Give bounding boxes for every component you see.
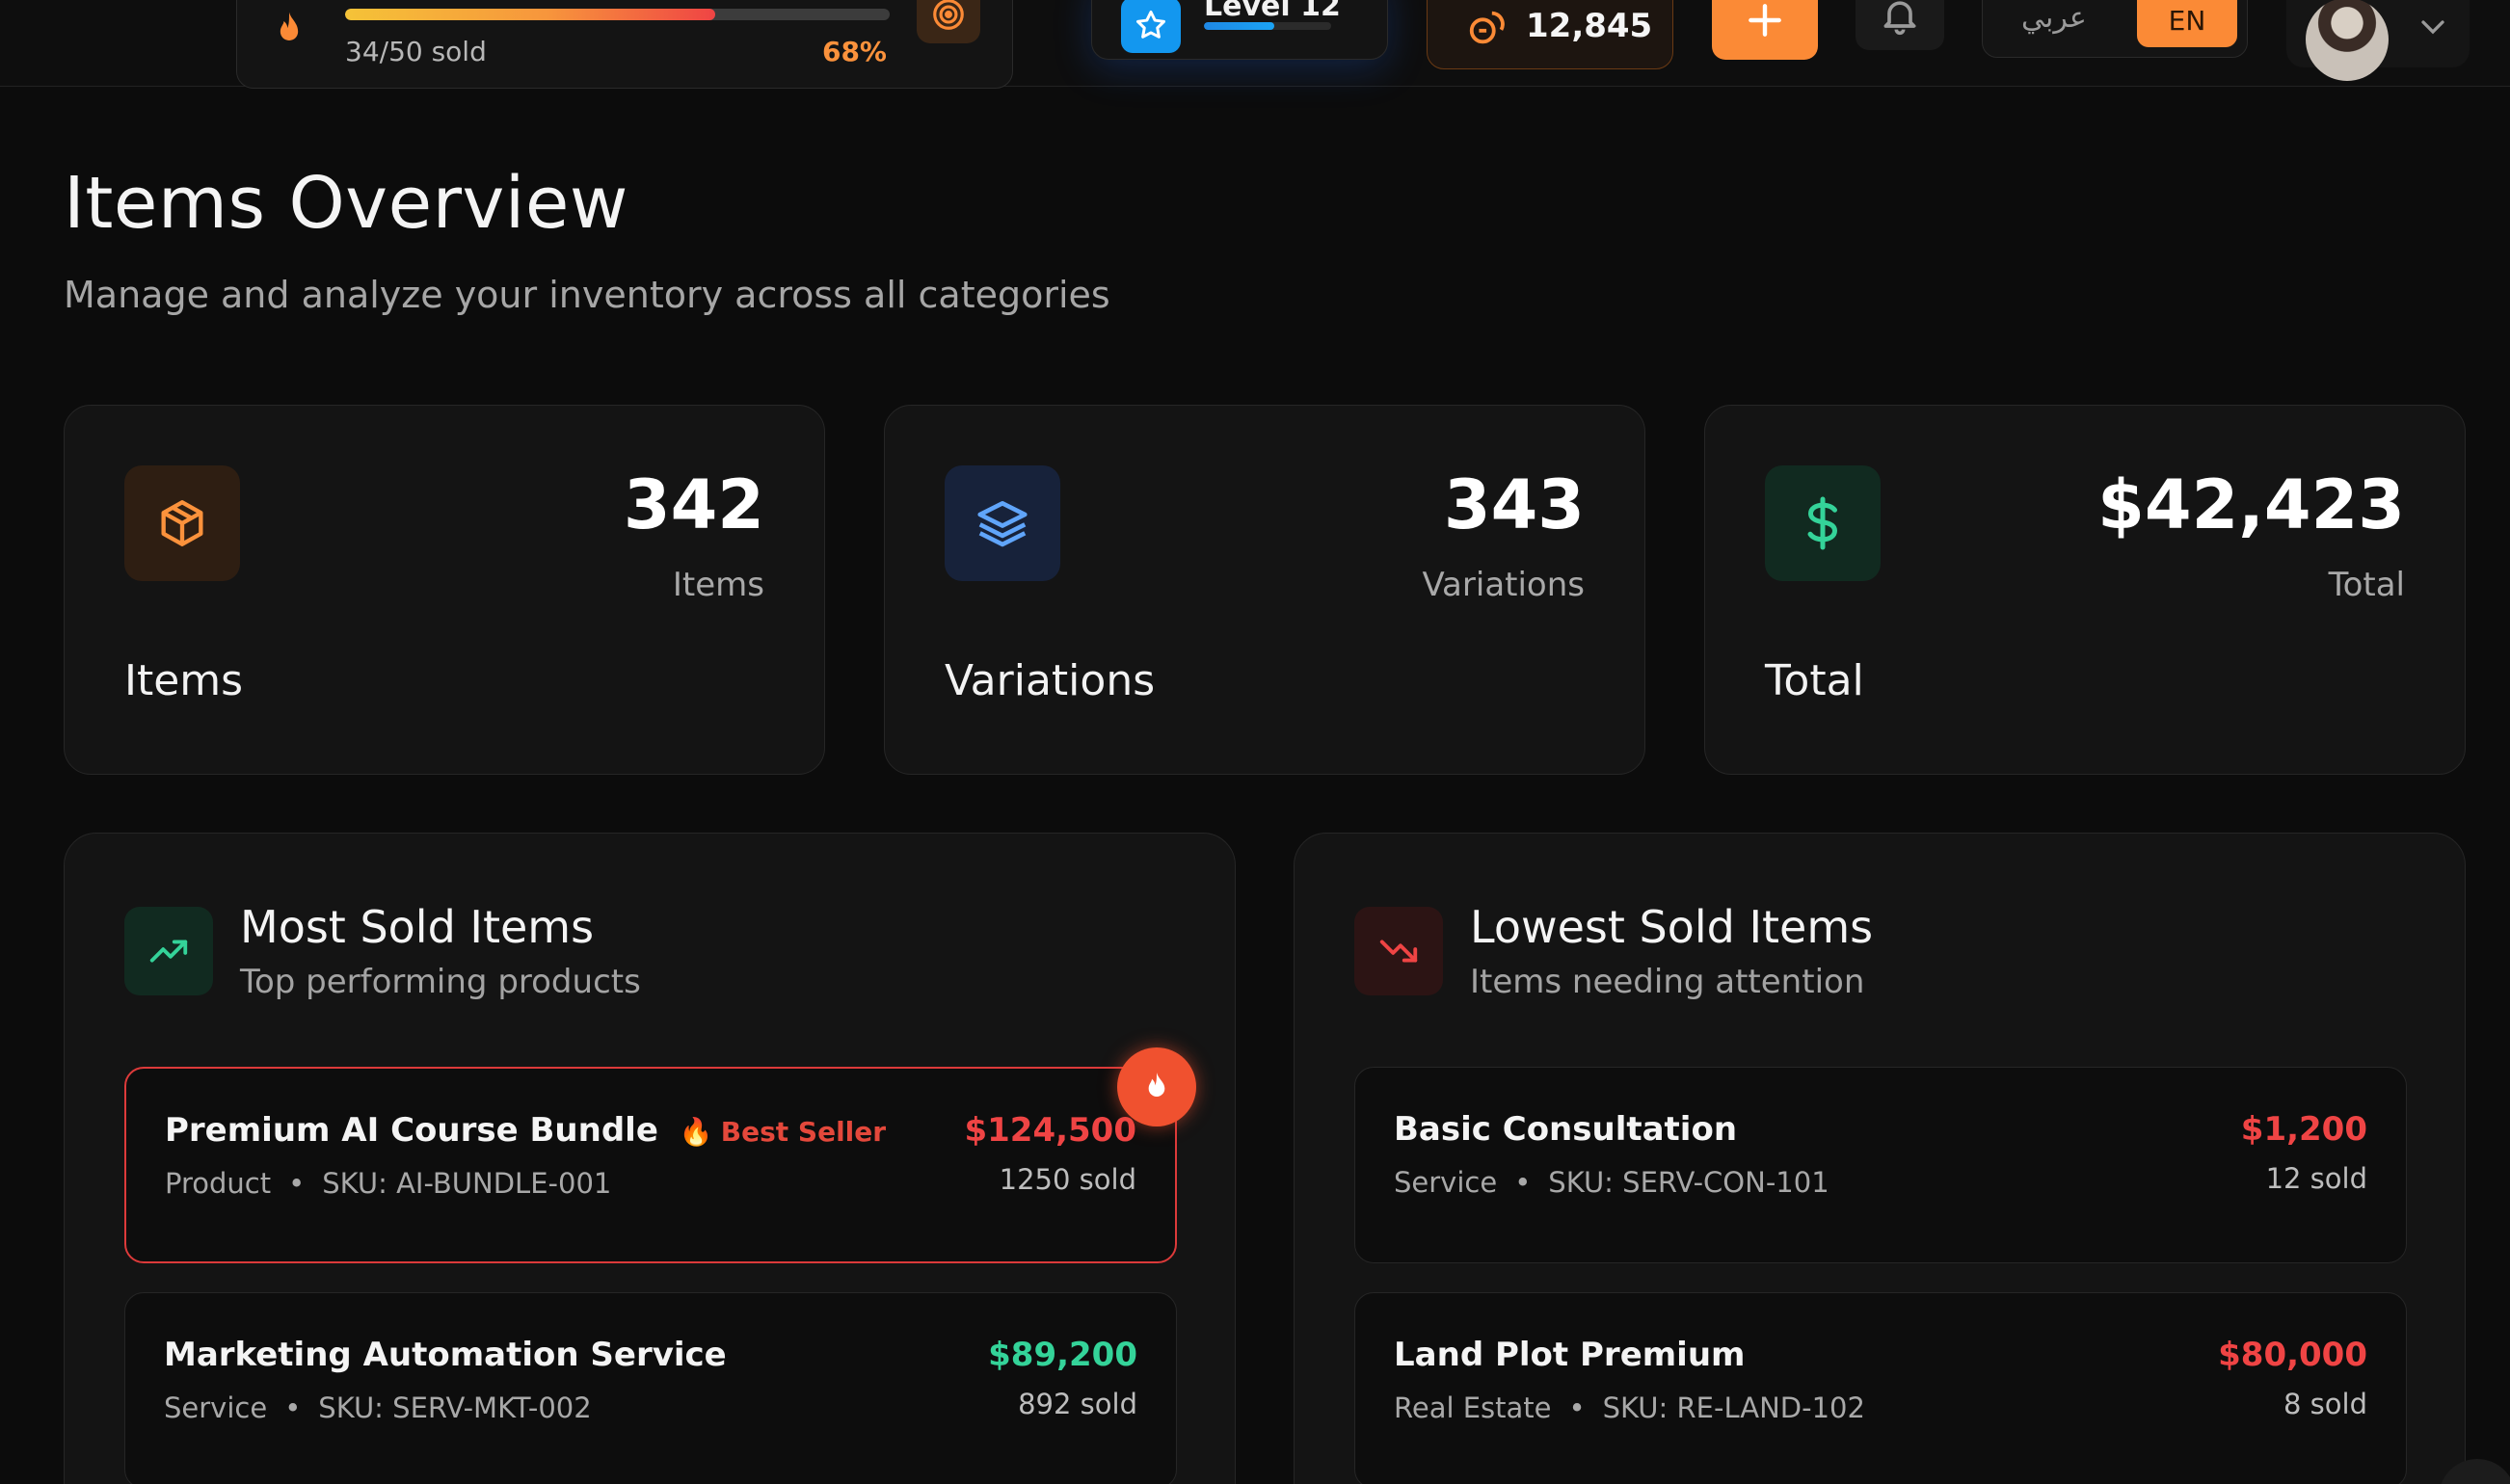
stat-items-number: 342 [623,465,764,544]
level-label: Level 12 [1204,0,1341,23]
stat-variations-unit: Variations [1422,566,1585,604]
page-title: Items Overview [64,162,628,245]
bell-icon [1883,1,1916,36]
coins-icon [1469,11,1505,44]
language-arabic-option[interactable]: عربي [2021,1,2087,35]
list-item[interactable]: Marketing Automation Service Service • SKU… [124,1292,1177,1484]
sales-goal-progress [345,9,890,20]
best-seller-badge: 🔥 Best Seller [679,1116,887,1148]
lowest-sold-title: Lowest Sold Items [1470,901,1874,953]
item-meta: Product • SKU: AI-BUNDLE-001 [165,1167,612,1200]
language-english-option[interactable]: EN [2137,0,2237,47]
stat-items-unit: Items [672,566,764,604]
list-item[interactable]: Basic Consultation Service • SKU: SERV-CON… [1354,1067,2407,1263]
stat-card-items[interactable]: 342 Items Items [64,405,825,775]
flame-icon [1117,1047,1196,1126]
list-item[interactable]: Premium AI Course Bundle 🔥 Best Seller Pro… [124,1047,1196,1263]
most-sold-subtitle: Top performing products [240,963,641,1001]
item-sold: 12 sold [2265,1162,2367,1195]
item-price: $1,200 [2240,1110,2367,1149]
points-value: 12,845 [1526,7,1653,45]
page-subtitle: Manage and analyze your inventory across… [64,274,1110,316]
star-icon [1121,0,1181,53]
item-name: Marketing Automation Service [164,1336,727,1374]
top-bar: 34/50 sold 68% Level 12 12,845 عربي EN [0,0,2510,89]
chevron-down-icon [2421,20,2444,35]
language-switcher: عربي EN [1982,0,2248,58]
stat-variations-number: 343 [1443,465,1585,544]
level-card[interactable]: Level 12 [1091,0,1388,60]
item-name: Premium AI Course Bundle 🔥 Best Seller [165,1111,887,1150]
stat-items-label: Items [124,656,244,705]
fire-icon: 🔥 [679,1116,713,1148]
add-button[interactable] [1712,0,1818,60]
avatar [2306,0,2389,81]
trending-down-icon [1354,907,1443,995]
stat-total-label: Total [1765,656,1864,705]
item-meta: Service • SKU: SERV-MKT-002 [164,1391,592,1424]
stat-card-total[interactable]: $42,423 Total Total [1704,405,2466,775]
stat-variations-label: Variations [945,656,1156,705]
item-name: Basic Consultation [1394,1110,1738,1149]
lowest-sold-subtitle: Items needing attention [1470,963,1865,1001]
target-icon[interactable] [917,0,980,43]
item-sold: 8 sold [2283,1388,2367,1420]
sales-goal-sold-text: 34/50 sold [345,36,487,67]
item-price: $124,500 [964,1111,1136,1150]
stat-total-number: $42,423 [2097,465,2405,544]
level-progress [1204,22,1331,30]
profile-menu[interactable] [2286,0,2470,81]
trending-up-icon [124,907,213,995]
item-meta: Real Estate • SKU: RE-LAND-102 [1394,1391,1865,1424]
item-sold: 892 sold [1018,1388,1137,1420]
layers-icon [945,465,1060,581]
item-price: $80,000 [2218,1336,2367,1374]
list-item[interactable]: Land Plot Premium Real Estate • SKU: RE-LA… [1354,1292,2407,1484]
item-sold: 1250 sold [999,1163,1136,1196]
item-meta: Service • SKU: SERV-CON-101 [1394,1166,1829,1199]
stat-total-unit: Total [2328,566,2405,604]
dollar-icon [1765,465,1881,581]
sales-goal-percent: 68% [821,36,887,67]
box-icon [124,465,240,581]
sales-goal-card[interactable]: 34/50 sold 68% [236,0,1013,89]
most-sold-title: Most Sold Items [240,901,595,953]
most-sold-panel: Most Sold Items Top performing products … [64,833,1236,1484]
notifications-button[interactable] [1856,0,1944,50]
stat-card-variations[interactable]: 343 Variations Variations [884,405,1645,775]
item-price: $89,200 [988,1336,1137,1374]
flame-icon [280,12,299,40]
plus-icon [1749,4,1781,37]
points-card[interactable]: 12,845 [1427,0,1673,69]
lowest-sold-panel: Lowest Sold Items Items needing attentio… [1294,833,2466,1484]
item-name: Land Plot Premium [1394,1336,1746,1374]
